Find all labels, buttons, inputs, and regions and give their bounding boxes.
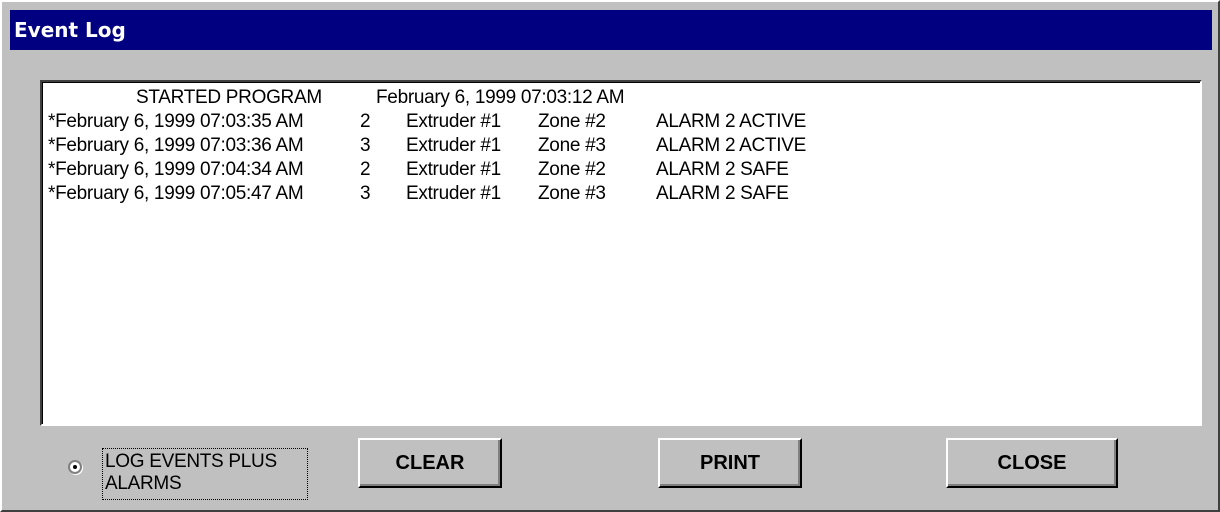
log-entry: *February 6, 1999 07:04:34 AM 2 Extruder… [42, 158, 1200, 182]
event-log-window: Event Log STARTED PROGRAM February 6, 19… [0, 0, 1220, 512]
entry-number: 3 [360, 183, 371, 204]
entry-zone: Zone #3 [538, 135, 606, 156]
entry-datetime: *February 6, 1999 07:05:47 AM [48, 183, 304, 204]
entry-status: ALARM 2 SAFE [656, 183, 789, 204]
entry-status: ALARM 2 ACTIVE [656, 135, 806, 156]
log-header-row: STARTED PROGRAM February 6, 1999 07:03:1… [42, 86, 1200, 110]
entry-extruder: Extruder #1 [406, 159, 501, 180]
log-entry: *February 6, 1999 07:03:35 AM 2 Extruder… [42, 110, 1200, 134]
option-label[interactable]: LOG EVENTS PLUS ALARMS [102, 448, 308, 500]
log-header-datetime: February 6, 1999 07:03:12 AM [376, 87, 625, 108]
radio-button[interactable] [68, 460, 82, 474]
entry-datetime: *February 6, 1999 07:03:36 AM [48, 135, 304, 156]
entry-zone: Zone #2 [538, 111, 606, 132]
entry-status: ALARM 2 ACTIVE [656, 111, 806, 132]
entry-number: 2 [360, 159, 371, 180]
log-header-label: STARTED PROGRAM [136, 87, 322, 108]
print-button[interactable]: PRINT [658, 438, 802, 488]
entry-number: 2 [360, 111, 371, 132]
close-button[interactable]: CLOSE [946, 438, 1118, 488]
entry-datetime: *February 6, 1999 07:04:34 AM [48, 159, 304, 180]
option-label-line1: LOG EVENTS PLUS [105, 451, 277, 472]
log-entry: *February 6, 1999 07:05:47 AM 3 Extruder… [42, 182, 1200, 206]
entry-number: 3 [360, 135, 371, 156]
option-label-line2: ALARMS [105, 473, 182, 494]
log-events-plus-alarms-option[interactable]: LOG EVENTS PLUS ALARMS [68, 448, 312, 504]
entry-zone: Zone #2 [538, 159, 606, 180]
log-entry: *February 6, 1999 07:03:36 AM 3 Extruder… [42, 134, 1200, 158]
entry-status: ALARM 2 SAFE [656, 159, 789, 180]
entry-datetime: *February 6, 1999 07:03:35 AM [48, 111, 304, 132]
clear-button[interactable]: CLEAR [358, 438, 502, 488]
entry-extruder: Extruder #1 [406, 111, 501, 132]
entry-extruder: Extruder #1 [406, 135, 501, 156]
entry-extruder: Extruder #1 [406, 183, 501, 204]
radio-selected-dot [73, 465, 77, 469]
entry-zone: Zone #3 [538, 183, 606, 204]
window-title: Event Log [10, 10, 1212, 50]
event-log-list[interactable]: STARTED PROGRAM February 6, 1999 07:03:1… [40, 80, 1202, 426]
